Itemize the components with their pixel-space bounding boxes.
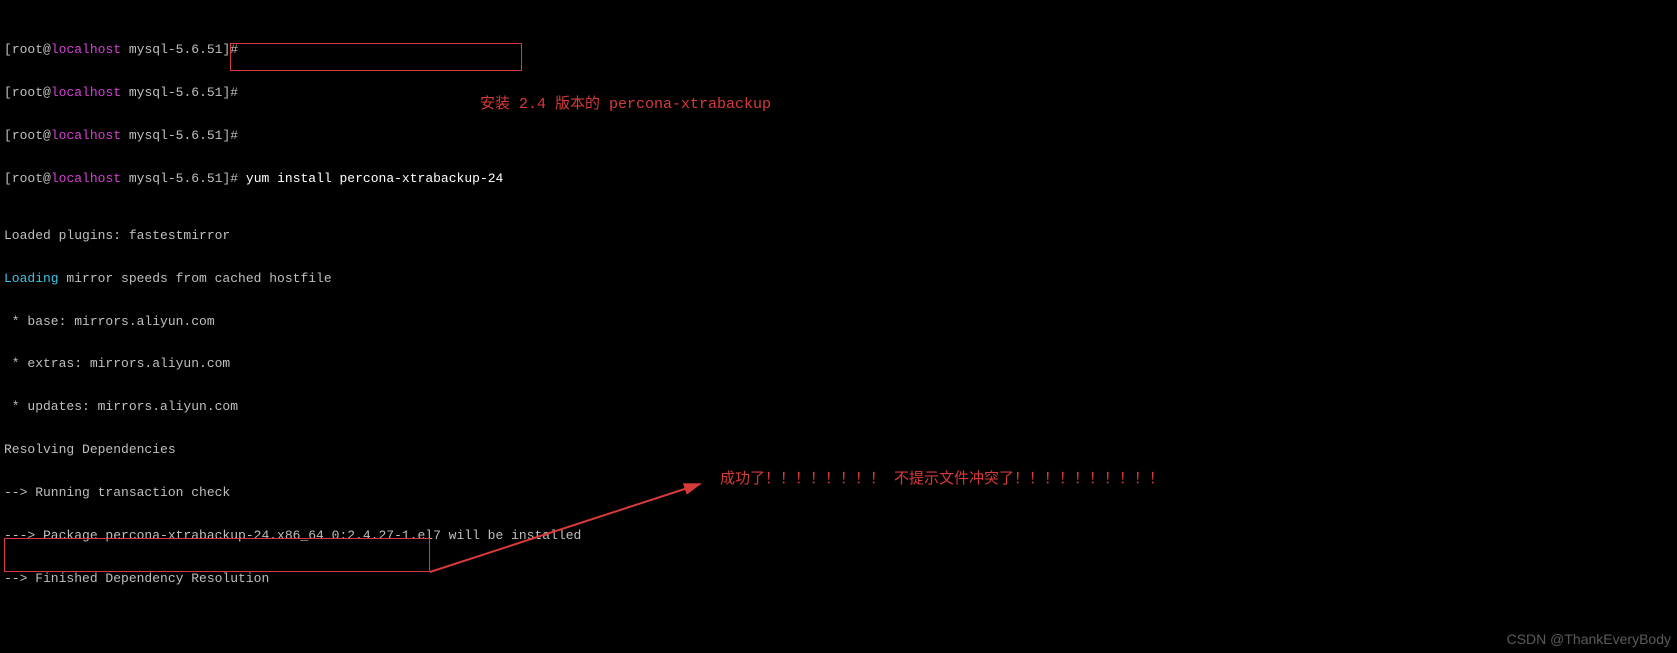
prompt-line: [root@localhost mysql-5.6.51]# <box>4 129 1673 143</box>
blank-line <box>4 615 1673 629</box>
prompt-line: [root@localhost mysql-5.6.51]# <box>4 43 1673 57</box>
output-line: Loaded plugins: fastestmirror <box>4 229 1673 243</box>
output-line: * extras: mirrors.aliyun.com <box>4 357 1673 371</box>
terminal-output[interactable]: [root@localhost mysql-5.6.51]# [root@loc… <box>0 0 1677 653</box>
output-line: Loading mirror speeds from cached hostfi… <box>4 272 1673 286</box>
watermark-text: CSDN @ThankEveryBody <box>1507 632 1671 647</box>
prompt-line: [root@localhost mysql-5.6.51]# <box>4 86 1673 100</box>
output-line: * base: mirrors.aliyun.com <box>4 315 1673 329</box>
output-line: --> Finished Dependency Resolution <box>4 572 1673 586</box>
output-line: ---> Package percona-xtrabackup-24.x86_6… <box>4 529 1673 543</box>
command-text: yum install percona-xtrabackup-24 <box>246 171 503 186</box>
output-line: --> Running transaction check <box>4 486 1673 500</box>
output-line: Resolving Dependencies <box>4 443 1673 457</box>
output-line: * updates: mirrors.aliyun.com <box>4 400 1673 414</box>
prompt-line: [root@localhost mysql-5.6.51]# yum insta… <box>4 172 1673 186</box>
